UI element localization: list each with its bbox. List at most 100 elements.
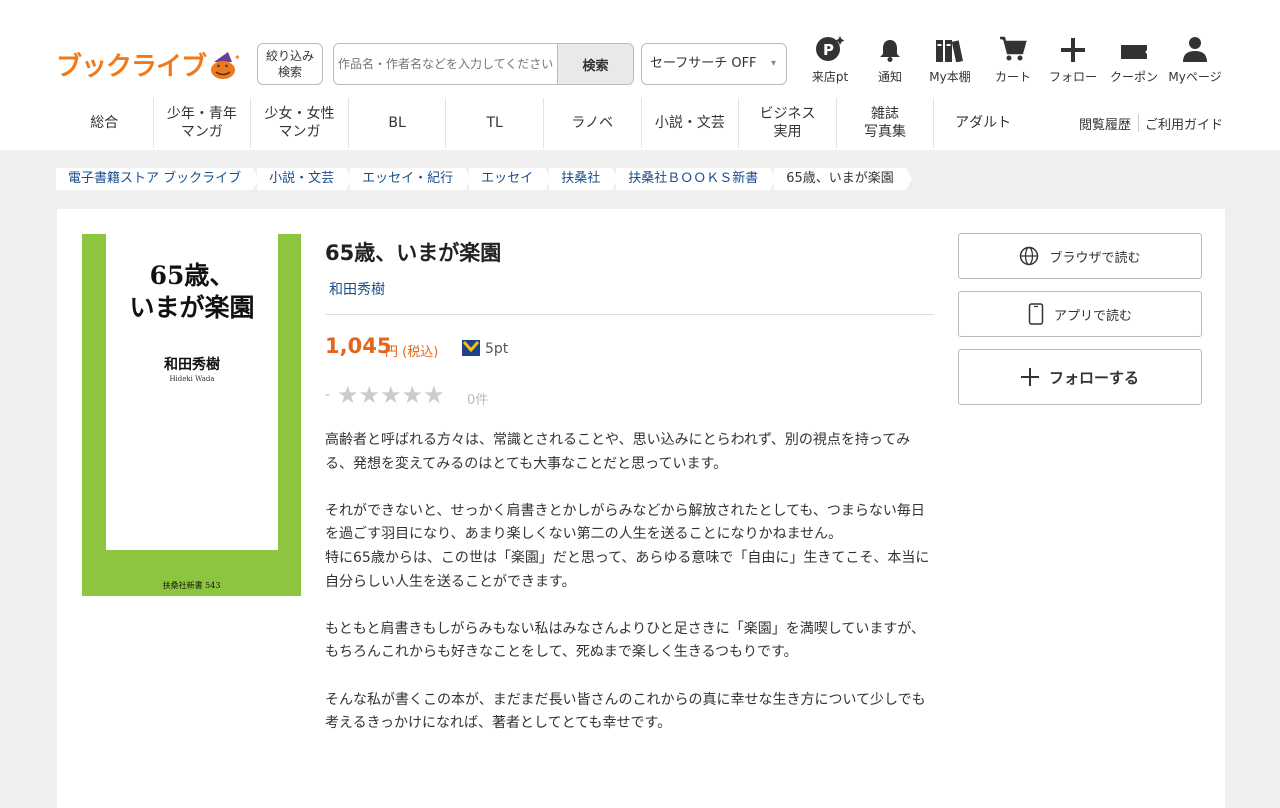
nav-item-bl[interactable]: BL xyxy=(349,98,447,148)
plus-icon xyxy=(1020,368,1039,386)
search-button[interactable]: 検索 xyxy=(557,44,633,84)
nav-item-novel[interactable]: 小説・文芸 xyxy=(642,98,740,148)
description-paragraph: 高齢者と呼ばれる方々は、常識とされることや、思い込みにとらわれず、別の視点を持っ… xyxy=(325,432,911,472)
cover-title: 65歳、 いまが楽園 xyxy=(106,260,278,324)
breadcrumb-publisher[interactable]: 扶桑社 xyxy=(549,168,619,190)
smartphone-icon xyxy=(1028,303,1044,325)
site-logo[interactable]: ブックライブ ✦ xyxy=(56,46,241,82)
nav-item-business[interactable]: ビジネス 実用 xyxy=(739,98,837,148)
search-box: 検索 xyxy=(333,43,634,85)
cover-author: 和田秀樹 xyxy=(164,357,220,373)
read-in-browser-label: ブラウザで読む xyxy=(1049,250,1141,266)
coupon-label: クーポン xyxy=(1109,70,1158,84)
description-paragraph: 特に65歳からは、この世は「楽園」だと思って、あらゆる意味で「自由に」生きてこそ… xyxy=(325,549,930,590)
pumpkin-icon: ✦ xyxy=(208,50,241,79)
filter-label-1: 絞り込み xyxy=(265,49,314,63)
description-paragraph: もともと肩書きもしがらみもない私はみなさんよりひと足さきに「楽園」を満喫していま… xyxy=(325,620,926,661)
nav-label: TL xyxy=(486,115,503,131)
follow-label: フォロー xyxy=(1048,70,1097,84)
bookshelf-label: My本棚 xyxy=(929,70,971,84)
nav-label: 総合 xyxy=(90,115,119,131)
cart-label: カート xyxy=(994,70,1031,84)
divider xyxy=(325,314,934,315)
guide-link[interactable]: ご利用ガイド xyxy=(1145,114,1223,133)
nav-label: 少年・青年 xyxy=(166,106,237,122)
filter-search-button[interactable]: 絞り込み 検索 xyxy=(257,43,323,85)
read-in-app-label: アプリで読む xyxy=(1053,308,1132,324)
breadcrumb-essay-travel[interactable]: エッセイ・紀行 xyxy=(350,168,472,190)
bell-icon xyxy=(862,36,918,62)
follow-button[interactable]: フォローする xyxy=(958,349,1202,405)
logo-text: ブックライブ xyxy=(56,51,207,82)
price-value: 1,045 xyxy=(325,334,392,358)
description-paragraph: そんな私が書くこの本が、まだまだ長い皆さんのこれからの真に幸せな生き方について少… xyxy=(325,691,926,732)
site-header: ブックライブ ✦ 絞り込み 検索 検索 セーフサーチ OFF ▾ P 来店pt xyxy=(0,0,1280,150)
cover-romaji: Hideki Wada xyxy=(169,375,215,383)
rating-count[interactable]: 0件 xyxy=(467,389,488,408)
filter-label-2: 検索 xyxy=(277,65,302,79)
nav-label: 写真集 xyxy=(864,124,907,140)
category-nav: 総合 少年・青年マンガ 少女・女性マンガ BL TL ラノベ 小説・文芸 ビジネ… xyxy=(56,98,1032,148)
breadcrumb-novel[interactable]: 小説・文芸 xyxy=(257,168,353,190)
header-coupon[interactable]: クーポン xyxy=(1106,36,1162,85)
read-in-app-button[interactable]: アプリで読む xyxy=(958,291,1202,337)
cart-icon xyxy=(985,36,1041,62)
nav-item-general[interactable]: 総合 xyxy=(56,98,154,148)
nav-label: マンガ xyxy=(278,124,321,140)
book-detail-card: 65歳、 いまが楽園 和田秀樹 Hideki Wada 扶桑社新書 543 65… xyxy=(57,209,1225,808)
safe-search-value: セーフサーチ OFF xyxy=(650,56,757,71)
breadcrumb-series[interactable]: 扶桑社ＢＯＯＫＳ新書 xyxy=(616,168,777,190)
rating-stars: ★★★★★ xyxy=(337,381,445,409)
breadcrumb-essay[interactable]: エッセイ xyxy=(469,168,552,190)
description-paragraph: それができないと、せっかく肩書きとかしがらみなどから解放されたとしても、つまらな… xyxy=(325,502,925,543)
header-notification[interactable]: 通知 xyxy=(862,36,918,85)
nav-label: アダルト xyxy=(955,115,1012,131)
read-in-browser-button[interactable]: ブラウザで読む xyxy=(958,233,1202,279)
book-cover[interactable]: 65歳、 いまが楽園 和田秀樹 Hideki Wada 扶桑社新書 543 xyxy=(82,234,301,596)
cover-title-line-2: いまが楽園 xyxy=(129,293,255,322)
nav-label: ラノベ xyxy=(571,115,614,131)
book-description: 高齢者と呼ばれる方々は、常識とされることや、思い込みにとらわれず、別の視点を持っ… xyxy=(325,429,935,759)
cover-title-line-1: 65歳、 xyxy=(149,261,235,290)
follow-label: フォローする xyxy=(1048,368,1139,387)
history-link[interactable]: 閲覧履歴 xyxy=(1079,114,1131,133)
nav-item-ranobe[interactable]: ラノベ xyxy=(544,98,642,148)
nav-item-magazine[interactable]: 雑誌 写真集 xyxy=(837,98,935,148)
nav-item-adult[interactable]: アダルト xyxy=(934,98,1032,148)
svg-text:✦: ✦ xyxy=(234,53,240,62)
header-cart[interactable]: カート xyxy=(985,36,1041,85)
bookshelf-icon xyxy=(922,36,978,62)
points-badge-icon xyxy=(462,339,480,357)
breadcrumb: 電子書籍ストア ブックライブ 小説・文芸 エッセイ・紀行 エッセイ 扶桑社 扶桑… xyxy=(56,168,912,190)
header-bookshelf[interactable]: My本棚 xyxy=(922,36,978,85)
globe-icon xyxy=(1019,246,1039,266)
breadcrumb-store[interactable]: 電子書籍ストア ブックライブ xyxy=(56,168,260,190)
plus-icon xyxy=(1045,36,1101,62)
nav-label: 少女・女性 xyxy=(264,106,335,122)
author-link[interactable]: 和田秀樹 xyxy=(329,279,385,299)
user-icon xyxy=(1167,36,1223,62)
svg-text:P: P xyxy=(823,41,834,59)
coupon-icon xyxy=(1106,36,1162,62)
points-label: 来店pt xyxy=(811,70,849,84)
rating-dash: - xyxy=(325,387,331,403)
nav-item-shonen[interactable]: 少年・青年 マンガ xyxy=(154,98,252,148)
chevron-down-icon: ▾ xyxy=(770,58,776,69)
search-input[interactable] xyxy=(334,44,557,84)
cover-series: 扶桑社新書 543 xyxy=(162,581,221,590)
header-follow[interactable]: フォロー xyxy=(1045,36,1101,85)
nav-divider xyxy=(1138,114,1139,132)
notification-label: 通知 xyxy=(877,70,902,84)
nav-item-shojo[interactable]: 少女・女性 マンガ xyxy=(251,98,349,148)
book-title: 65歳、いまが楽園 xyxy=(325,241,502,265)
header-mypage[interactable]: Myページ xyxy=(1167,36,1223,85)
nav-label: 雑誌 xyxy=(871,106,900,122)
safe-search-select[interactable]: セーフサーチ OFF ▾ xyxy=(641,43,787,85)
nav-label: マンガ xyxy=(180,124,223,140)
nav-item-tl[interactable]: TL xyxy=(446,98,544,148)
price-unit: 円 (税込) xyxy=(385,345,439,360)
breadcrumb-current: 65歳、いまが楽園 xyxy=(774,168,912,190)
cover-panel: 65歳、 いまが楽園 和田秀樹 Hideki Wada xyxy=(106,234,278,550)
mypage-label: Myページ xyxy=(1168,70,1222,84)
header-points[interactable]: P 来店pt xyxy=(802,36,858,85)
